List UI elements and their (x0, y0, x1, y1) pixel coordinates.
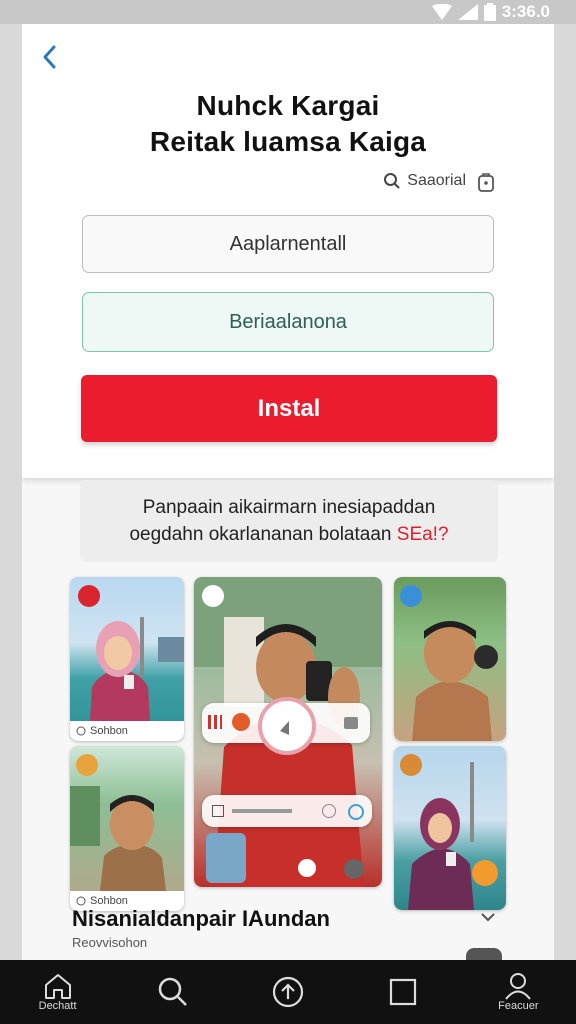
chevron-down-icon (481, 913, 495, 922)
text-field-1[interactable]: Aaplarnentall (82, 215, 494, 273)
gallery-photo-4[interactable] (394, 746, 506, 910)
battery-icon (483, 3, 496, 21)
bottom-nav: Dechatt Feacuer (0, 960, 576, 1024)
grid-icon (212, 805, 224, 817)
page-title: Nuhck Kargai Reitak luamsa Kaiga (22, 88, 554, 160)
back-button[interactable] (38, 42, 62, 72)
gallery-photo-2[interactable]: Sohbon (70, 746, 184, 911)
food-thumbnail-icon (232, 713, 250, 731)
chevron-left-icon (43, 45, 56, 69)
install-card: Nuhck Kargai Reitak luamsa Kaiga Saaoria… (22, 24, 554, 478)
refresh-icon (348, 804, 364, 820)
search-icon (384, 173, 401, 189)
clock-icon (322, 804, 336, 818)
nav-item-profile[interactable]: Feacuer (478, 960, 558, 1024)
heart-pin-button[interactable] (298, 859, 316, 877)
flag-icon (208, 715, 222, 729)
nav-label-profile: Feacuer (498, 1000, 539, 1012)
photo-1-caption: Sohbon (70, 721, 184, 741)
search-link[interactable]: Saaorial (383, 172, 466, 190)
text-field-2-value: Beriaalanona (229, 310, 347, 333)
text-field-2[interactable]: Beriaalanona (82, 292, 494, 352)
close-pill-button[interactable] (344, 859, 364, 879)
notice-line-2-highlight: SEa!? (396, 524, 449, 545)
status-bar: 3:36.0 (0, 0, 576, 24)
wifi-icon (431, 4, 452, 20)
share-button[interactable] (472, 860, 498, 886)
location-badge-icon (202, 585, 224, 607)
orange-badge-icon (400, 754, 422, 776)
lock-button[interactable] (478, 172, 494, 197)
play-icon (280, 721, 289, 735)
search-icon (158, 977, 187, 1006)
section-title: Nisanialdanpair IAundan (72, 906, 330, 931)
blue-badge-icon (400, 585, 422, 607)
gallery-photo-1[interactable]: Sohbon (70, 577, 184, 741)
notice-line-2: oegdahn okarlananan bolataan SEa!? (80, 521, 498, 548)
notice-line-2-text: oegdahn okarlananan bolataan (129, 524, 397, 545)
section-subtitle: Reovvisohon (72, 935, 148, 950)
pin-icon (76, 896, 86, 906)
lock-icon (478, 173, 494, 192)
search-link-label: Saaorial (407, 172, 466, 189)
photo-1-caption-text: Sohbon (90, 725, 128, 737)
nav-item-home[interactable]: Dechatt (18, 960, 98, 1024)
status-icons: 3:36.0 (431, 0, 550, 24)
nav-item-upload[interactable] (248, 960, 328, 1024)
install-button[interactable]: Instal (81, 375, 497, 442)
notice-box: Panpaain aikairmarn inesiapaddan oegdahn… (80, 480, 498, 562)
section-expand-button[interactable] (480, 910, 496, 928)
gallery-photo-main[interactable] (194, 577, 382, 887)
nav-label-home: Dechatt (38, 1000, 77, 1012)
pin-icon (76, 726, 86, 736)
home-icon (44, 974, 71, 999)
nav-item-square[interactable] (363, 960, 443, 1024)
signal-icon (457, 4, 478, 20)
page: Nuhck Kargai Reitak luamsa Kaiga Saaoria… (22, 24, 554, 964)
tools-bar[interactable] (202, 795, 372, 827)
orange-badge-icon (76, 754, 98, 776)
profile-icon (505, 973, 532, 1000)
more-icon (344, 717, 358, 729)
title-line-2: Reitak luamsa Kaiga (149, 126, 427, 157)
red-badge-icon (78, 585, 100, 607)
text-field-1-value: Aaplarnentall (229, 232, 347, 255)
photo-thumbnail-inset[interactable] (206, 833, 246, 883)
gallery-photo-3[interactable] (394, 577, 506, 741)
text-lines-icon (232, 809, 292, 813)
notice-line-1: Panpaain aikairmarn inesiapaddan (142, 497, 436, 518)
status-time: 3:36.0 (501, 2, 550, 21)
square-icon (390, 978, 417, 1006)
title-line-1: Nuhck Kargai (196, 90, 380, 121)
nav-item-search[interactable] (133, 960, 213, 1024)
upload-icon (272, 976, 304, 1008)
record-button[interactable] (258, 697, 316, 755)
